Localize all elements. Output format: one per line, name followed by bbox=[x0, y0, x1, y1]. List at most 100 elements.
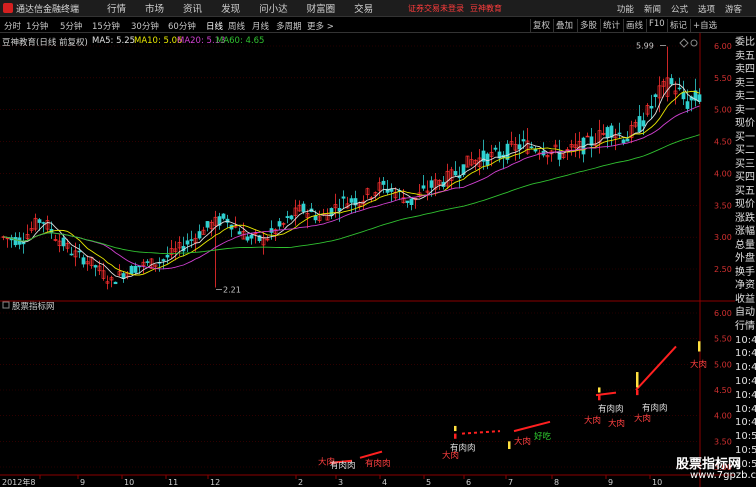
tab-more[interactable]: 更多 > bbox=[307, 20, 334, 32]
x-tick-label: 4 bbox=[382, 478, 387, 487]
side-label: 卖二 bbox=[735, 91, 755, 102]
signal-marker bbox=[598, 387, 601, 393]
signal-label: 有肉肉 bbox=[642, 403, 668, 414]
multi-stock-button[interactable]: 多股 bbox=[577, 19, 599, 32]
stats-button[interactable]: 统计 bbox=[600, 19, 622, 32]
adjust-button[interactable]: 复权 bbox=[530, 19, 552, 32]
tick-side-panel: 自动 行情 10:4 10:4 10:4 10:4 10:4 10:4 10:4… bbox=[735, 306, 756, 472]
signal-label: 有肉肉 bbox=[450, 443, 476, 454]
menu-news-right[interactable]: 新闻 bbox=[644, 3, 661, 15]
tab-5min[interactable]: 5分钟 bbox=[60, 20, 82, 32]
tab-monthly[interactable]: 月线 bbox=[252, 20, 269, 32]
x-tick-label: 9 bbox=[80, 478, 85, 487]
tab-60min[interactable]: 60分钟 bbox=[168, 20, 196, 32]
y-tick-label: 6.00 bbox=[714, 309, 732, 318]
candle-body bbox=[249, 234, 254, 239]
overlay-button[interactable]: 叠加 bbox=[553, 19, 575, 32]
signal-line bbox=[513, 420, 551, 433]
candle-body bbox=[145, 261, 150, 263]
moving-average-layer bbox=[3, 83, 700, 280]
tick-time: 10:4 bbox=[735, 334, 756, 346]
side-label: 涨幅 bbox=[735, 226, 755, 237]
f10-button[interactable]: F10 bbox=[646, 19, 667, 32]
x-tick-label: 8 bbox=[554, 478, 559, 487]
kline-chart[interactable]: 大肉有肉肉 有肉肉大肉有肉肉大肉好吃大肉有肉肉大肉大肉有肉肉大肉 6.00 5.50… bbox=[0, 33, 735, 487]
candle-body bbox=[13, 237, 18, 246]
auto-label[interactable]: 自动 bbox=[735, 306, 756, 320]
signal-label: 有肉肉 bbox=[330, 460, 356, 471]
y-tick-label: 5.00 bbox=[714, 106, 732, 115]
signal-label: 大肉 bbox=[634, 413, 651, 424]
stock-name-notice: 豆神教育 bbox=[470, 4, 502, 13]
candle-body bbox=[605, 127, 610, 138]
side-label: 外盘 bbox=[735, 253, 755, 264]
candle-body bbox=[677, 87, 682, 90]
signal-label: 大肉 bbox=[690, 359, 707, 370]
y-tick-label: 3.00 bbox=[714, 233, 732, 242]
menu-formula[interactable]: 公式 bbox=[671, 3, 688, 15]
auto-label: 行情 bbox=[735, 320, 755, 332]
side-label: 现价 bbox=[735, 199, 755, 210]
side-label: 买三 bbox=[735, 158, 755, 170]
menu-options[interactable]: 选项 bbox=[698, 3, 715, 15]
candle-body bbox=[621, 139, 626, 144]
candle-body bbox=[69, 253, 74, 256]
candle-body bbox=[237, 231, 242, 235]
login-notice[interactable]: 证券交易未登录 bbox=[408, 3, 464, 14]
candle-body bbox=[37, 219, 42, 223]
y-tick-label: 5.00 bbox=[714, 360, 732, 369]
y-tick-label: 4.00 bbox=[714, 412, 732, 421]
menu-trade[interactable]: 交易 bbox=[354, 1, 373, 15]
menu-market[interactable]: 市场 bbox=[145, 1, 164, 15]
candle-body bbox=[245, 236, 250, 241]
x-tick-label: 10 bbox=[652, 478, 662, 487]
signal-marker bbox=[454, 433, 457, 439]
draw-line-button[interactable]: 画线 bbox=[623, 19, 645, 32]
indicator-menu-icon bbox=[2, 301, 10, 309]
mark-button[interactable]: 标记 bbox=[667, 19, 689, 32]
candle-body bbox=[421, 185, 426, 189]
candle-body bbox=[61, 237, 66, 247]
indicator-title: 股票指标网 bbox=[12, 301, 55, 312]
add-watchlist-button[interactable]: +自选 bbox=[690, 19, 719, 32]
menu-news[interactable]: 资讯 bbox=[183, 1, 202, 15]
menu-functions[interactable]: 功能 bbox=[617, 3, 634, 15]
candle-body bbox=[329, 208, 334, 216]
signal-label: 大肉 bbox=[584, 415, 601, 426]
tab-30min[interactable]: 30分钟 bbox=[131, 20, 159, 32]
candle-body bbox=[517, 144, 522, 150]
tab-daily[interactable]: 日线 bbox=[206, 20, 223, 32]
candle-body bbox=[277, 221, 282, 227]
candle-body bbox=[649, 106, 654, 109]
app-logo-icon bbox=[3, 3, 13, 13]
candle-body bbox=[533, 148, 538, 152]
menu-wealth[interactable]: 财富圈 bbox=[307, 1, 336, 15]
menu-quotes[interactable]: 行情 bbox=[107, 1, 126, 15]
side-label: 收益 bbox=[735, 293, 755, 305]
candle-body bbox=[77, 250, 82, 253]
max-price-label: 5.99 bbox=[636, 42, 654, 51]
menu-ask[interactable]: 问小达 bbox=[259, 1, 288, 15]
candle-body bbox=[289, 215, 294, 220]
menu-guest[interactable]: 游客 bbox=[725, 3, 742, 15]
side-label: 买五 bbox=[735, 185, 755, 197]
candle-body bbox=[493, 147, 498, 150]
signal-marker bbox=[636, 372, 639, 388]
side-label: 委比 bbox=[735, 37, 755, 48]
side-label: 现价 bbox=[735, 118, 755, 129]
candle-body bbox=[301, 203, 306, 212]
tab-multi-period[interactable]: 多周期 bbox=[276, 20, 302, 32]
signal-label: 有肉肉 bbox=[598, 404, 624, 415]
tick-time: 10:4 bbox=[735, 348, 756, 360]
right-menu: 功能 新闻 公式 选项 游客 bbox=[617, 3, 742, 15]
candle-body bbox=[221, 213, 226, 219]
tab-1min[interactable]: 1分钟 bbox=[26, 20, 48, 32]
menu-discover[interactable]: 发现 bbox=[221, 1, 240, 15]
x-tick-label: 5 bbox=[426, 478, 431, 487]
tab-weekly[interactable]: 周线 bbox=[228, 20, 245, 32]
period-toolbar: 分时 1分钟 5分钟 15分钟 30分钟 60分钟 日线 周线 月线 多周期 更… bbox=[0, 18, 756, 33]
side-label: 换手 bbox=[735, 266, 755, 278]
tab-intraday[interactable]: 分时 bbox=[4, 20, 21, 32]
tab-15min[interactable]: 15分钟 bbox=[92, 20, 120, 32]
candle-body bbox=[685, 101, 690, 109]
